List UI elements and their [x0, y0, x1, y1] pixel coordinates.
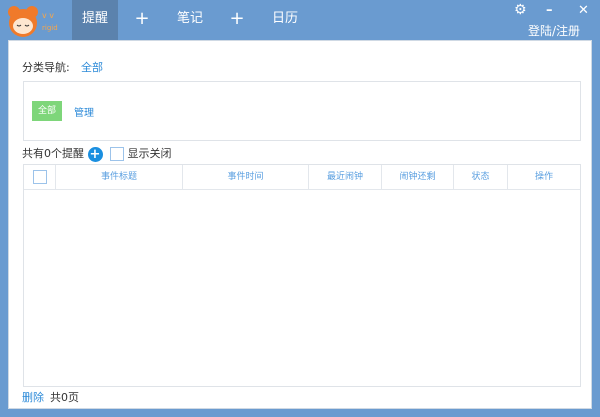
add-tab-button[interactable]: + — [225, 0, 249, 40]
tab-calendar[interactable]: 日历 — [265, 0, 305, 40]
column-header: 操作 — [508, 165, 580, 190]
tab-reminders[interactable]: 提醒 — [72, 0, 118, 40]
nav-label: 分类导航: — [22, 61, 70, 74]
add-reminder-button[interactable]: + — [87, 146, 103, 162]
manage-link[interactable]: 管理 — [74, 104, 94, 119]
login-register-link[interactable]: 登陆/注册 — [528, 22, 580, 39]
svg-text:rigid: rigid — [42, 24, 58, 32]
column-header: 事件标题 — [56, 165, 183, 190]
select-all-checkbox[interactable] — [32, 169, 47, 184]
show-closed-label: 显示关闭 — [127, 147, 172, 160]
category-all-button[interactable]: 全部 — [32, 101, 62, 121]
reminder-count: 共有0个提醒 — [22, 147, 84, 160]
svg-text:v v: v v — [42, 11, 54, 20]
column-header: 事件时间 — [183, 165, 309, 190]
minimize-button[interactable]: – — [546, 3, 553, 18]
delete-link[interactable]: 删除 — [22, 389, 44, 405]
nav-current-link[interactable]: 全部 — [81, 59, 103, 75]
column-header: 最近闹钟 — [309, 165, 382, 190]
title-bar: v v rigid 提醒 + 笔记 + 日历 ⚙ – ✕ 登陆/注册 — [0, 0, 600, 40]
reminder-table: 事件标题 事件时间 最近闹钟 闹钟还剩 状态 操作 — [23, 164, 581, 387]
category-box: 全部 管理 — [23, 81, 581, 141]
app-logo: v v rigid — [8, 6, 58, 37]
select-all-cell — [24, 165, 56, 190]
gear-icon[interactable]: ⚙ — [514, 2, 527, 18]
tab-notes[interactable]: 笔记 — [170, 0, 210, 40]
column-header: 状态 — [454, 165, 508, 190]
column-header: 闹钟还剩 — [382, 165, 454, 190]
close-button[interactable]: ✕ — [578, 3, 589, 18]
page-count: 共0页 — [50, 391, 79, 404]
show-closed-checkbox[interactable] — [110, 147, 124, 161]
main-panel: 分类导航: 全部 全部 管理 共有0个提醒 + 显示关闭 事件标题 事件时间 最… — [8, 40, 592, 409]
add-tab-button[interactable]: + — [130, 0, 154, 40]
